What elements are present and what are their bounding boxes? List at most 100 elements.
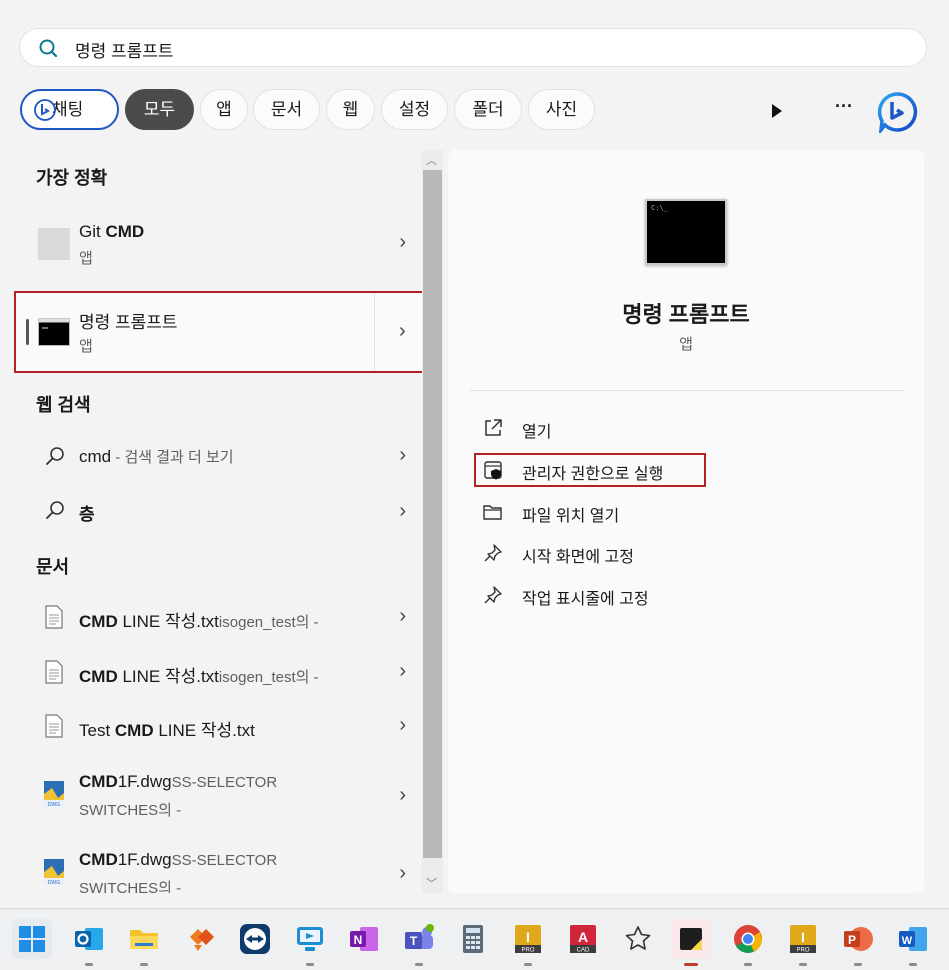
start-button[interactable] [12, 919, 52, 959]
running-indicator [744, 963, 752, 966]
best-match-heading: 가장 정확 [36, 168, 108, 188]
web-result-cmd[interactable]: cmd - 검색 결과 더 보기 › [20, 436, 418, 476]
autocad-icon: A CAD [570, 925, 596, 954]
web-query: cmd - 검색 결과 더 보기 [79, 447, 234, 466]
search-input[interactable]: 명령 프롬프트 [75, 37, 174, 62]
document-item[interactable]: DWG CMD1F.dwgSS-SELECTOR SWITCHES의 - › [20, 848, 418, 893]
taskbar-word[interactable]: W [893, 919, 933, 966]
pin-icon [484, 544, 502, 562]
taskbar-file-explorer[interactable] [124, 919, 164, 966]
search-icon [46, 447, 64, 465]
chevron-right-icon[interactable]: › [399, 714, 406, 737]
taskbar-teamviewer[interactable] [235, 919, 275, 959]
preview-app-type: 앱 [679, 336, 693, 353]
more-options-button[interactable]: ··· [835, 96, 853, 117]
taskbar-onenote[interactable]: N [344, 919, 384, 959]
divider [470, 390, 904, 391]
tab-photos[interactable]: 사진 [528, 89, 595, 130]
taskbar-chrome[interactable] [728, 919, 768, 966]
web-result-floor[interactable]: 층 › [20, 490, 418, 530]
result-type: 앱 [79, 250, 93, 267]
search-icon [46, 501, 64, 519]
onenote-icon: N [350, 927, 378, 951]
result-type: 앱 [79, 338, 93, 355]
chevron-right-icon[interactable]: › [399, 320, 406, 343]
taskbar-sticky-notes[interactable] [671, 919, 711, 966]
document-name: CMD1F.dwgSS-SELECTOR [79, 772, 278, 791]
folder-icon [483, 505, 502, 520]
results-pane: 가장 정확 Git CMD 앱 › 웹 검색 cmd - 검색 결과 더 보기 … [0, 150, 420, 893]
taskbar-teams[interactable]: T [399, 919, 439, 966]
results-scrollbar[interactable]: ︿ ﹀ [422, 150, 443, 893]
chevron-right-icon[interactable]: › [399, 862, 406, 885]
taskbar-autocad[interactable]: A CAD [563, 919, 603, 959]
taskbar-calculator[interactable] [453, 919, 493, 959]
taskbar: N T I PRO A CAD I PRO P W [0, 908, 949, 970]
tab-all[interactable]: 모두 [125, 89, 194, 130]
running-indicator [854, 963, 862, 966]
chevron-right-icon[interactable]: › [399, 605, 406, 628]
windows-logo-icon [19, 926, 45, 952]
chat-button[interactable]: 채팅 [20, 89, 119, 130]
chevron-right-icon[interactable]: › [399, 231, 406, 254]
scroll-up-icon[interactable]: ︿ [426, 152, 437, 168]
chevron-right-icon[interactable]: › [399, 500, 406, 523]
play-icon[interactable] [770, 103, 784, 119]
tab-documents[interactable]: 문서 [253, 89, 320, 130]
document-item[interactable]: DWG CMD1F.dwgSS-SELECTOR SWITCHES의 - › [20, 770, 418, 830]
svg-text:A: A [578, 929, 588, 945]
taskbar-inventor-pro-2[interactable]: I PRO [783, 919, 823, 966]
dwg-file-icon: DWG [44, 859, 64, 886]
git-cmd-icon [38, 228, 70, 260]
running-indicator [415, 963, 423, 966]
preview-app-name: 명령 프롬프트 [622, 302, 750, 327]
tab-web[interactable]: 웹 [326, 89, 375, 130]
result-git-cmd[interactable]: Git CMD 앱 › [20, 216, 418, 272]
chevron-right-icon[interactable]: › [399, 444, 406, 467]
scrollbar-thumb[interactable] [423, 170, 442, 858]
document-location: SWITCHES의 - [79, 802, 182, 819]
text-file-icon [45, 605, 63, 629]
scroll-down-icon[interactable]: ﹀ [426, 875, 437, 891]
document-item[interactable]: CMD LINE 작성.txtisogen_test의 - › [20, 597, 418, 637]
document-item[interactable]: CMD LINE 작성.txtisogen_test의 - › [20, 652, 418, 692]
search-bar[interactable]: 명령 프롬프트 [19, 28, 927, 67]
taskbar-favorites[interactable] [618, 919, 658, 959]
document-location: SWITCHES의 - [79, 880, 182, 893]
document-item[interactable]: Test CMD LINE 작성.txt › [20, 706, 418, 746]
calculator-icon [463, 925, 483, 953]
taskbar-outlook[interactable] [69, 919, 109, 966]
svg-text:T: T [410, 934, 418, 948]
chevron-right-icon[interactable]: › [399, 660, 406, 683]
running-indicator [909, 963, 917, 966]
teams-icon: T [405, 924, 434, 949]
web-search-heading: 웹 검색 [36, 395, 91, 415]
running-indicator [85, 963, 93, 966]
running-indicator [684, 963, 698, 966]
running-indicator [524, 963, 532, 966]
taskbar-inventor-pro[interactable]: I PRO [508, 919, 548, 966]
running-indicator [140, 963, 148, 966]
bing-chat-icon[interactable] [877, 91, 919, 133]
filezilla-icon [190, 929, 214, 951]
document-name: CMD LINE 작성.txtisogen_test의 - [79, 667, 319, 686]
svg-text:PRO: PRO [521, 948, 534, 954]
command-prompt-large-icon: C:\_ [645, 199, 727, 265]
svg-text:W: W [902, 935, 913, 947]
tab-folders[interactable]: 폴더 [454, 89, 522, 130]
svg-text:PRO: PRO [796, 948, 809, 954]
sticky-notes-icon [680, 928, 702, 950]
preview-pane: C:\_ 명령 프롬프트 앱 열기 관리자 권한으로 실행 파일 위치 열기 시… [448, 150, 924, 893]
taskbar-remote-desktop[interactable] [290, 919, 330, 966]
result-command-prompt[interactable]: 명령 프롬프트 앱 › [14, 291, 424, 373]
taskbar-powerpoint[interactable]: P [838, 919, 878, 966]
svg-text:P: P [848, 933, 856, 947]
result-name: 명령 프롬프트 [79, 313, 178, 332]
taskbar-filezilla[interactable] [180, 919, 220, 959]
running-indicator [799, 963, 807, 966]
tab-settings[interactable]: 설정 [381, 89, 448, 130]
word-icon: W [899, 927, 927, 951]
tab-apps[interactable]: 앱 [200, 89, 248, 130]
dwg-file-icon: DWG [44, 781, 64, 808]
chevron-right-icon[interactable]: › [399, 784, 406, 807]
